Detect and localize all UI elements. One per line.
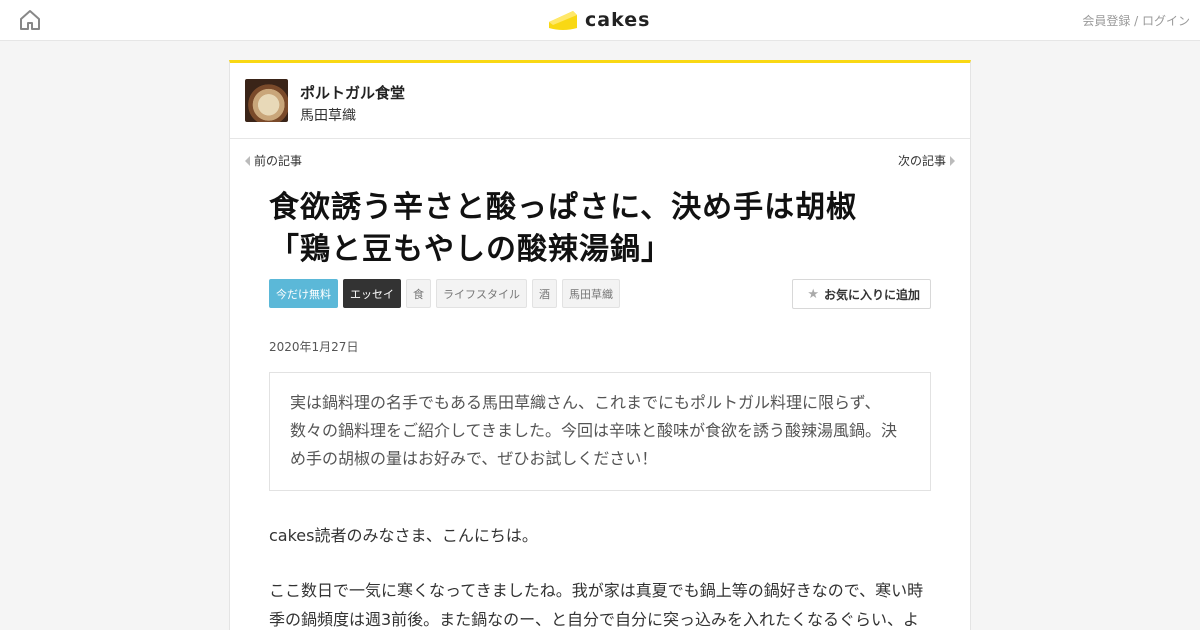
next-article-label: 次の記事 (897, 154, 946, 168)
chevron-left-icon (245, 155, 250, 166)
register-login-link[interactable]: 会員登録 / ログイン (1082, 14, 1190, 28)
article-card: ポルトガル食堂 馬田草織 前の記事 次の記事 食欲誘う辛さと酸っぱさに、決め手は… (229, 60, 971, 630)
tag-essay[interactable]: エッセイ (343, 279, 401, 308)
cakes-logo[interactable]: cakes (547, 5, 650, 35)
body-paragraph: ここ数日で一気に寒くなってきましたね。我が家は真夏でも鍋上等の鍋好きなので、寒い… (269, 581, 924, 629)
tag-author[interactable]: 馬田草織 (562, 279, 620, 308)
tag-alcohol[interactable]: 酒 (532, 279, 557, 308)
publish-date: 2020年1月27日 (269, 340, 359, 354)
tag-list: 今だけ無料 エッセイ 食 ライフスタイル 酒 馬田草織 (269, 279, 620, 308)
previous-article-link[interactable]: 前の記事 (245, 152, 302, 169)
chevron-right-icon (950, 155, 955, 166)
next-article-link[interactable]: 次の記事 (898, 152, 955, 169)
tag-free-now[interactable]: 今だけ無料 (269, 279, 338, 308)
series-header: ポルトガル食堂 馬田草織 (230, 63, 970, 139)
home-icon[interactable] (18, 8, 42, 32)
series-title[interactable]: ポルトガル食堂 (300, 82, 405, 103)
logo-text: cakes (585, 9, 651, 31)
body-paragraph: cakes読者のみなさま、こんにちは。 (269, 526, 538, 545)
add-favorite-label: お気に入りに追加 (823, 287, 920, 302)
previous-article-label: 前の記事 (254, 154, 303, 168)
series-thumbnail[interactable] (245, 79, 288, 122)
series-author[interactable]: 馬田草織 (300, 105, 356, 125)
article-title: 食欲誘う辛さと酸っぱさに、決め手は胡椒 「鶏と豆もやしの酸辣湯鍋」 (269, 187, 929, 271)
star-icon: ★ (807, 286, 819, 302)
account-links[interactable]: 会員登録 / ログイン (1082, 12, 1190, 29)
add-favorite-button[interactable]: ★ お気に入りに追加 (792, 279, 931, 309)
top-navigation-bar: cakes 会員登録 / ログイン (0, 0, 1200, 41)
tag-food[interactable]: 食 (406, 279, 431, 308)
article-title-line2: 「鶏と豆もやしの酸辣湯鍋」 (269, 232, 672, 267)
tag-lifestyle[interactable]: ライフスタイル (436, 279, 527, 308)
article-title-line1: 食欲誘う辛さと酸っぱさに、決め手は胡椒 (269, 190, 858, 225)
lead-summary: 実は鍋料理の名手でもある馬田草織さん、これまでにもポルトガル料理に限らず、数々の… (269, 372, 931, 491)
cake-slice-icon (549, 11, 577, 30)
